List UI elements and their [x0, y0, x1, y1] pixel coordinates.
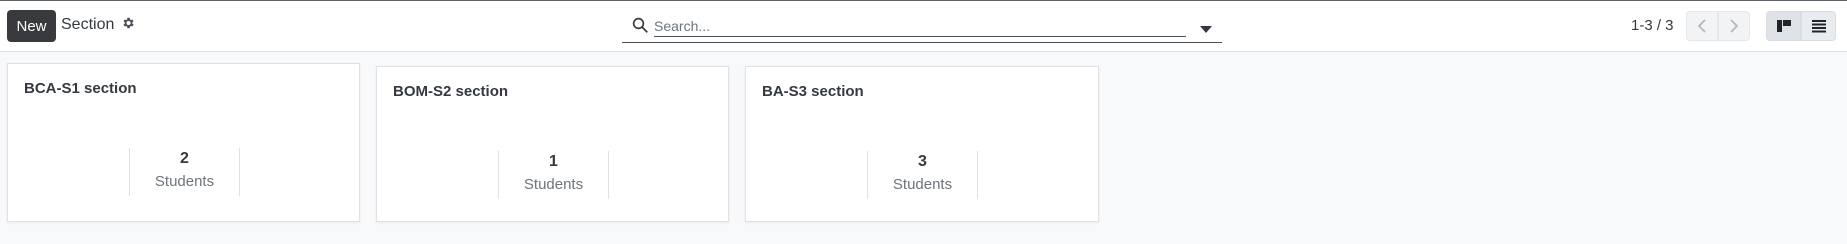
search-bar: [622, 11, 1222, 43]
list-icon: [1811, 20, 1826, 33]
student-count-stat[interactable]: 1 Students: [498, 151, 609, 199]
card-title: BA-S3 section: [762, 83, 864, 100]
caret-down-icon[interactable]: [1200, 21, 1214, 33]
chevron-right-icon: [1730, 19, 1739, 33]
control-panel: New Section 1-3 / 3: [0, 1, 1847, 52]
student-count: 1: [549, 153, 558, 170]
student-count-stat[interactable]: 3 Students: [867, 151, 978, 199]
breadcrumb: Section: [61, 16, 115, 33]
kanban-view-button[interactable]: [1766, 11, 1801, 41]
new-button[interactable]: New: [7, 10, 56, 42]
section-card[interactable]: BCA-S1 section 2 Students: [7, 63, 360, 222]
section-card[interactable]: BOM-S2 section 1 Students: [376, 66, 729, 222]
student-count-stat[interactable]: 2 Students: [129, 148, 240, 196]
student-count-label: Students: [523, 176, 584, 193]
search-input[interactable]: [654, 15, 1186, 37]
student-count: 2: [180, 150, 189, 167]
card-title: BCA-S1 section: [24, 80, 137, 97]
search-icon: [631, 16, 649, 34]
section-card[interactable]: BA-S3 section 3 Students: [745, 66, 1099, 222]
pager-previous-button[interactable]: [1686, 11, 1718, 41]
list-view-button[interactable]: [1801, 11, 1836, 41]
gear-icon[interactable]: [121, 16, 139, 34]
student-count: 3: [918, 153, 927, 170]
card-title: BOM-S2 section: [393, 83, 509, 100]
pager-value[interactable]: 1-3 / 3: [1631, 17, 1674, 34]
student-count-label: Students: [154, 173, 215, 190]
pager-next-button[interactable]: [1718, 11, 1750, 41]
student-count-label: Students: [892, 176, 953, 193]
kanban-icon: [1776, 20, 1791, 32]
chevron-left-icon: [1697, 19, 1706, 33]
